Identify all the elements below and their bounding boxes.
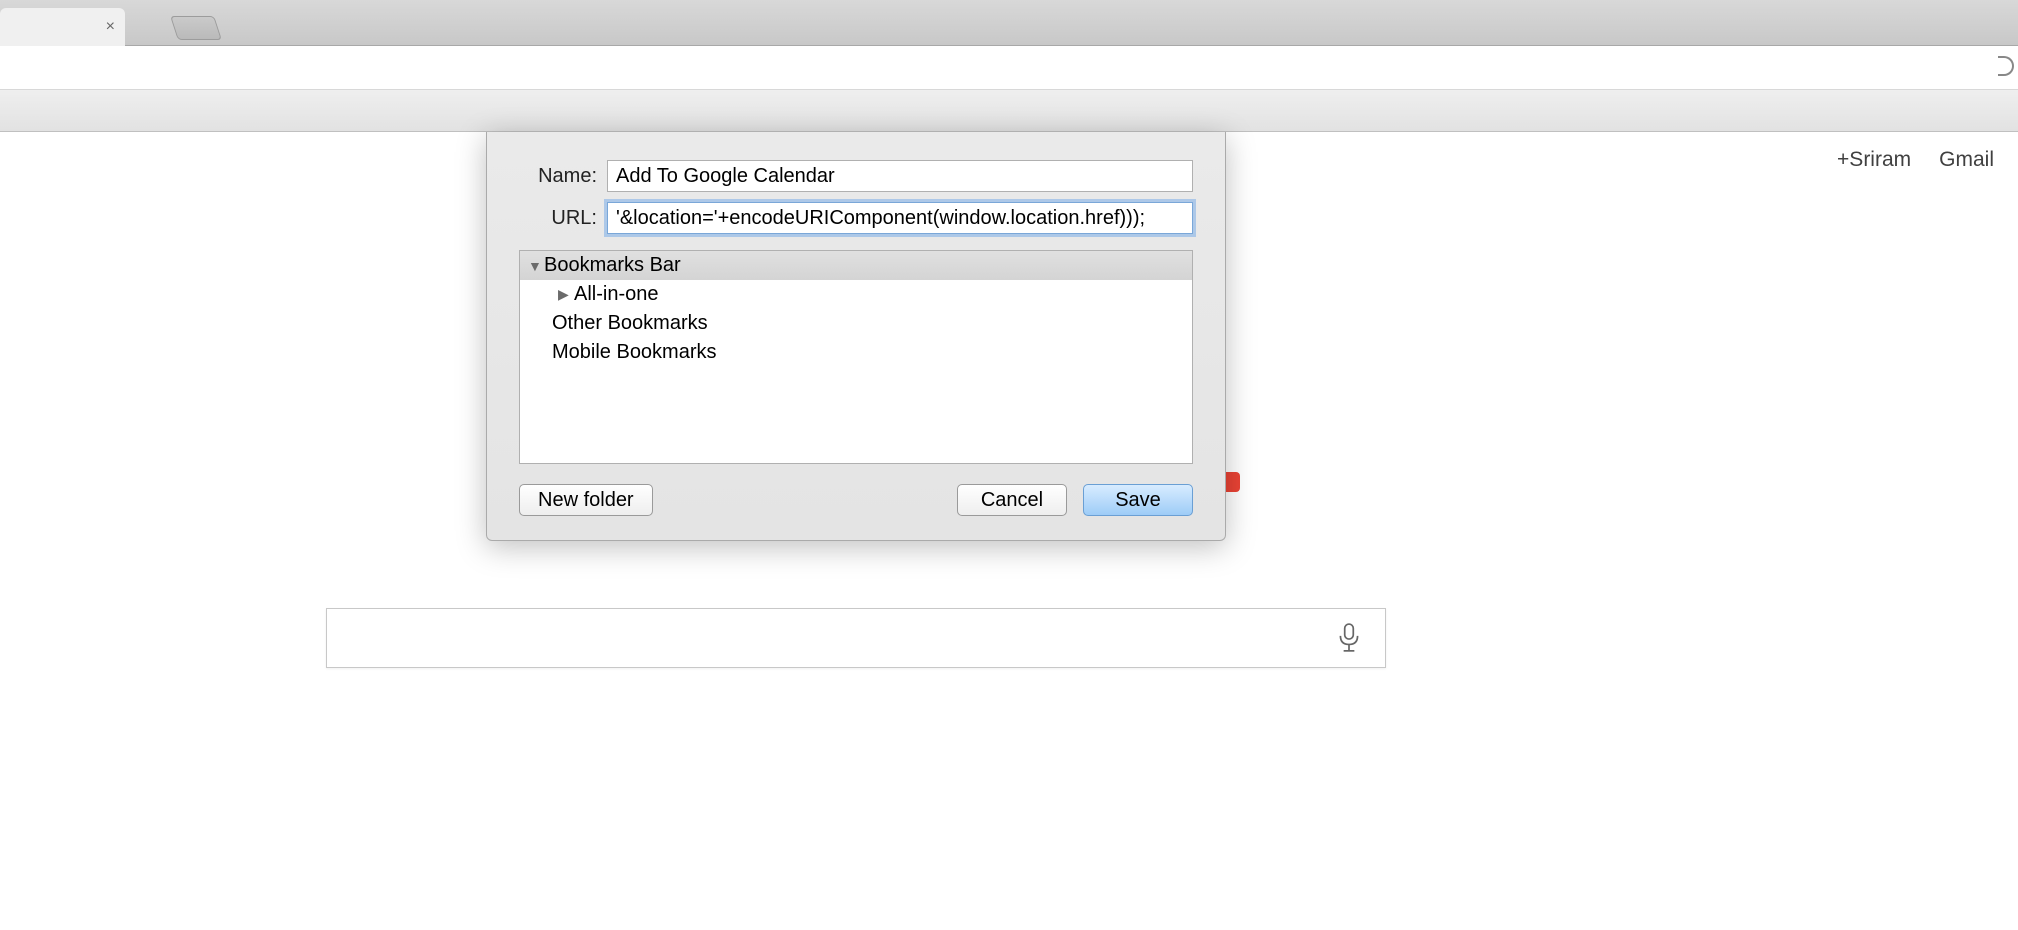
folder-label: Other Bookmarks xyxy=(552,312,708,335)
bookmarks-bar[interactable] xyxy=(0,90,2018,132)
microphone-icon[interactable] xyxy=(1327,616,1371,660)
folder-mobile-bookmarks[interactable]: Mobile Bookmarks xyxy=(520,338,1192,367)
folder-all-in-one[interactable]: All-in-one xyxy=(520,280,1192,309)
tab-bar: × xyxy=(0,0,2018,46)
name-label: Name: xyxy=(519,165,597,188)
chevron-right-icon[interactable] xyxy=(558,286,572,303)
chevron-down-icon[interactable] xyxy=(528,258,542,274)
gmail-link[interactable]: Gmail xyxy=(1939,148,1994,172)
name-field[interactable] xyxy=(607,160,1193,192)
address-bar[interactable] xyxy=(0,46,2018,90)
url-row: URL: xyxy=(519,202,1193,234)
plus-user-link[interactable]: +Sriram xyxy=(1837,148,1911,172)
folder-other-bookmarks[interactable]: Other Bookmarks xyxy=(520,309,1192,338)
top-links: +Sriram Gmail xyxy=(1837,148,1994,172)
folder-label: Bookmarks Bar xyxy=(544,254,681,277)
folder-bookmarks-bar[interactable]: Bookmarks Bar xyxy=(520,251,1192,280)
search-input[interactable] xyxy=(327,609,1327,667)
url-label: URL: xyxy=(519,207,597,230)
dialog-buttons: New folder Cancel Save xyxy=(519,484,1193,516)
browser-tab[interactable]: × xyxy=(0,8,125,46)
url-field[interactable] xyxy=(607,202,1193,234)
search-container xyxy=(326,608,1386,668)
reload-icon[interactable] xyxy=(1998,56,2014,76)
folder-tree[interactable]: Bookmarks Bar All-in-one Other Bookmarks… xyxy=(519,250,1193,464)
folder-label: Mobile Bookmarks xyxy=(552,341,717,364)
page-content: +Sriram Gmail Name: URL: Bookmarks Bar xyxy=(0,132,2018,930)
folder-label: All-in-one xyxy=(574,283,658,306)
edit-bookmark-dialog: Name: URL: Bookmarks Bar All-in-one Othe… xyxy=(486,132,1226,541)
save-button[interactable]: Save xyxy=(1083,484,1193,516)
close-tab-icon[interactable]: × xyxy=(106,18,115,36)
button-group-right: Cancel Save xyxy=(957,484,1193,516)
name-row: Name: xyxy=(519,160,1193,192)
new-folder-button[interactable]: New folder xyxy=(519,484,653,516)
cancel-button[interactable]: Cancel xyxy=(957,484,1067,516)
new-tab-button[interactable] xyxy=(170,16,222,40)
